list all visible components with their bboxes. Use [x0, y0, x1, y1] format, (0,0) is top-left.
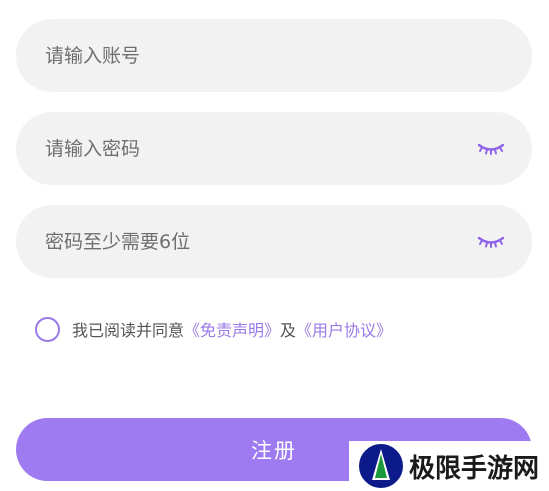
account-field[interactable]	[16, 19, 532, 92]
password-input[interactable]	[45, 137, 476, 160]
site-logo-icon	[359, 444, 403, 488]
disclaimer-link[interactable]: 《免责声明》	[184, 321, 280, 340]
confirm-password-field[interactable]	[16, 205, 532, 278]
password-field[interactable]	[16, 112, 532, 185]
eye-closed-icon[interactable]	[476, 138, 506, 160]
watermark-text: 极限手游网	[409, 453, 540, 484]
eye-closed-icon[interactable]	[476, 231, 506, 253]
watermark: 极限手游网	[349, 441, 549, 491]
agreement-prefix: 我已阅读并同意	[72, 321, 185, 340]
agreement-row: 我已阅读并同意《免责声明》及《用户协议》	[35, 316, 392, 342]
agreement-radio[interactable]	[35, 316, 60, 342]
user-agreement-link[interactable]: 《用户协议》	[296, 321, 392, 340]
confirm-password-input[interactable]	[45, 230, 476, 253]
agreement-connector: 及	[280, 321, 297, 340]
agreement-text: 我已阅读并同意《免责声明》及《用户协议》	[72, 317, 392, 341]
account-input[interactable]	[45, 44, 506, 67]
register-page: 我已阅读并同意《免责声明》及《用户协议》 注册 极限手游网	[0, 0, 549, 491]
